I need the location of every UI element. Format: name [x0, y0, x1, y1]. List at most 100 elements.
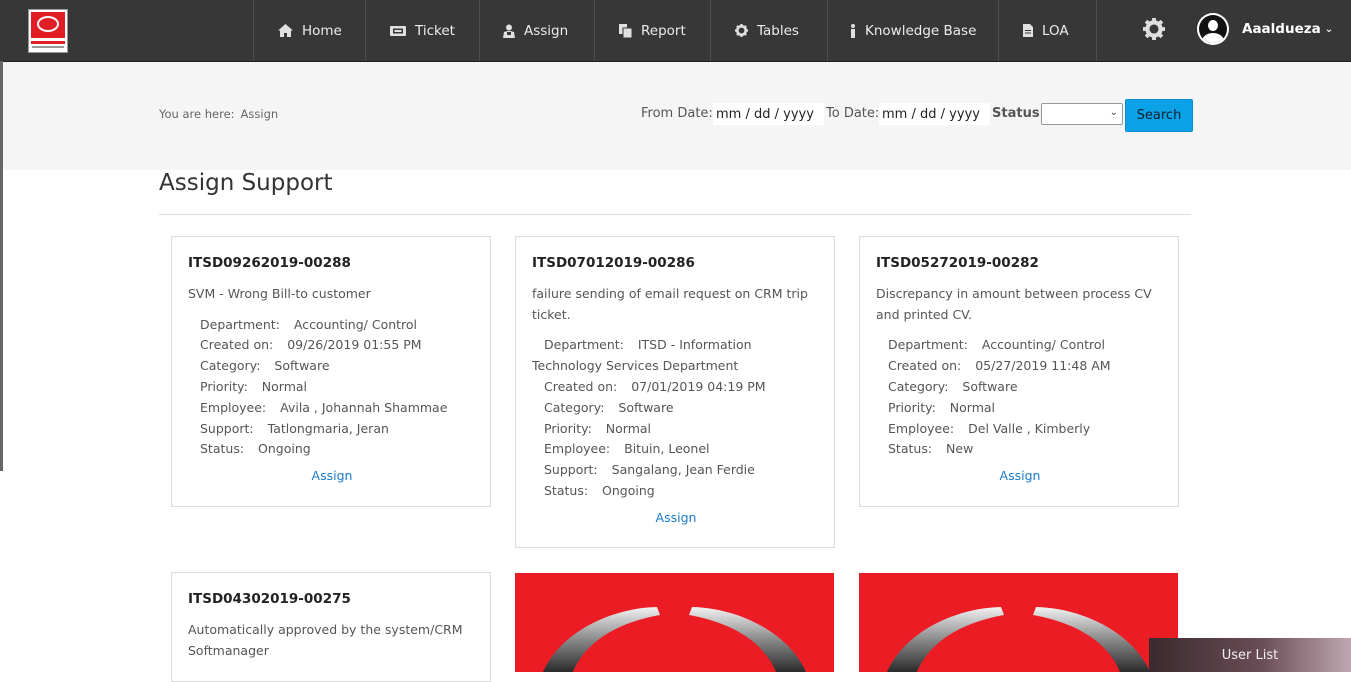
- user-menu[interactable]: Aaaldueza ⌄: [1242, 21, 1333, 37]
- nav-label-ticket: Ticket: [415, 22, 455, 39]
- created-label: Created on:: [888, 358, 962, 374]
- page-title: Assign Support: [159, 170, 333, 196]
- chevron-down-icon: ⌄: [1109, 107, 1118, 118]
- category-label: Category:: [200, 358, 261, 374]
- employee-label: Employee:: [544, 441, 611, 457]
- chevron-down-icon: ⌄: [1324, 23, 1334, 35]
- priority-label: Priority:: [200, 378, 248, 394]
- title-divider: [159, 214, 1191, 215]
- user-name-label: Aaaldueza: [1242, 21, 1321, 37]
- employee-value: Del Valle , Kimberly: [968, 420, 1091, 436]
- priority-value: Normal: [949, 399, 996, 415]
- ticket-category: Category: Software: [532, 398, 820, 419]
- nav-label-loa: LOA: [1042, 22, 1069, 39]
- ticket-card: ITSD04302019-00275 Automatically approve…: [171, 572, 491, 682]
- ticket-created: Created on: 07/01/2019 04:19 PM: [532, 377, 820, 398]
- to-date-label: To Date:: [826, 106, 880, 121]
- top-navbar: Home Ticket Assign Report Tables Knowled…: [0, 0, 1351, 62]
- logo-subtext: [32, 46, 64, 48]
- category-value: Software: [962, 378, 1018, 394]
- created-value: 07/01/2019 04:19 PM: [631, 378, 766, 394]
- priority-value: Normal: [605, 420, 652, 436]
- ticket-card: ITSD09262019-00288 SVM - Wrong Bill-to c…: [171, 236, 491, 507]
- avatar-body: [1202, 33, 1224, 43]
- department-label: Department:: [544, 337, 624, 353]
- support-value: Sangalang, Jean Ferdie: [611, 462, 755, 478]
- user-list-toggle[interactable]: User List: [1149, 638, 1351, 672]
- nav-divider: [479, 0, 480, 61]
- ticket-id: ITSD05272019-00282: [876, 255, 1039, 271]
- support-value: Tatlongmaria, Jeran: [267, 420, 389, 436]
- ticket-priority: Priority: Normal: [876, 398, 1164, 419]
- ticket-description: Discrepancy in amount between process CV…: [876, 285, 1152, 322]
- brand-logo[interactable]: [28, 9, 68, 53]
- employee-value: Avila , Johannah Shammae: [280, 399, 448, 415]
- search-button[interactable]: Search: [1125, 99, 1193, 132]
- user-avatar[interactable]: [1197, 13, 1229, 45]
- created-value: 05/27/2019 11:48 AM: [975, 358, 1111, 374]
- gear-icon: [735, 24, 748, 37]
- category-label: Category:: [888, 378, 949, 394]
- nav-divider: [594, 0, 595, 61]
- priority-label: Priority:: [888, 399, 936, 415]
- assign-link[interactable]: Assign: [188, 466, 476, 487]
- brand-horns-image: [887, 607, 1150, 672]
- nav-divider: [998, 0, 999, 61]
- ticket-priority: Priority: Normal: [532, 419, 820, 440]
- nav-item-ticket[interactable]: Ticket: [390, 0, 455, 61]
- assign-link[interactable]: Assign: [876, 466, 1164, 487]
- created-label: Created on:: [544, 378, 618, 394]
- nav-item-loa[interactable]: LOA: [1023, 0, 1069, 61]
- assign-icon: [503, 24, 515, 38]
- document-icon: [1023, 24, 1033, 37]
- ticket-created: Created on: 05/27/2019 11:48 AM: [876, 356, 1164, 377]
- department-value: ITSD - Information: [637, 337, 752, 353]
- avatar-circle: [1199, 15, 1227, 43]
- ticket-created: Created on: 09/26/2019 01:55 PM: [188, 335, 476, 356]
- department-value-cont: Technology Services Department: [532, 358, 739, 374]
- ticket-id: ITSD07012019-00286: [532, 255, 695, 271]
- nav-label-report: Report: [641, 22, 686, 39]
- ticket-status: Status: Ongoing: [532, 481, 820, 502]
- created-label: Created on:: [200, 337, 274, 353]
- ticket-department: Department: ITSD - Information: [532, 335, 820, 356]
- nav-label-assign: Assign: [524, 22, 569, 39]
- nav-item-tables[interactable]: Tables: [735, 0, 799, 61]
- ticket-icon: [390, 25, 406, 36]
- status-value: New: [946, 441, 974, 457]
- to-date-input[interactable]: mm / dd / yyyy: [879, 103, 990, 125]
- nav-divider: [365, 0, 366, 61]
- brand-image-card: [515, 573, 834, 672]
- breadcrumb-current[interactable]: Assign: [241, 107, 279, 121]
- ticket-status: Status: Ongoing: [188, 439, 476, 460]
- created-value: 09/26/2019 01:55 PM: [287, 337, 422, 353]
- ticket-employee: Employee: Bituin, Leonel: [532, 439, 820, 460]
- report-icon: [619, 23, 632, 38]
- from-date-input[interactable]: mm / dd / yyyy: [713, 103, 824, 125]
- nav-divider: [253, 0, 254, 61]
- category-label: Category:: [544, 399, 605, 415]
- department-value: Accounting/ Control: [981, 337, 1106, 353]
- ticket-support: Support: Tatlongmaria, Jeran: [188, 419, 476, 440]
- nav-label-home: Home: [302, 22, 342, 39]
- brand-horns-image: [543, 607, 806, 672]
- brand-image-card: [859, 573, 1178, 672]
- nav-item-home[interactable]: Home: [278, 0, 342, 61]
- ticket-card: ITSD07012019-00286 failure sending of em…: [515, 236, 835, 548]
- nav-item-assign[interactable]: Assign: [503, 0, 568, 61]
- support-label: Support:: [200, 420, 254, 436]
- info-icon: [851, 23, 855, 38]
- ticket-priority: Priority: Normal: [188, 377, 476, 398]
- nav-divider: [1096, 0, 1097, 61]
- logo-ring: [37, 16, 59, 32]
- settings-gear-icon[interactable]: [1143, 18, 1165, 40]
- nav-item-report[interactable]: Report: [619, 0, 686, 61]
- ticket-id: ITSD09262019-00288: [188, 255, 351, 271]
- status-filter-label: Status:: [992, 106, 1045, 121]
- ticket-employee: Employee: Del Valle , Kimberly: [876, 419, 1164, 440]
- status-select[interactable]: ⌄: [1041, 103, 1123, 125]
- nav-label-knowledge-base: Knowledge Base: [865, 22, 977, 39]
- logo-tag: [31, 41, 65, 44]
- nav-item-knowledge-base[interactable]: Knowledge Base: [850, 0, 976, 61]
- assign-link[interactable]: Assign: [532, 508, 820, 529]
